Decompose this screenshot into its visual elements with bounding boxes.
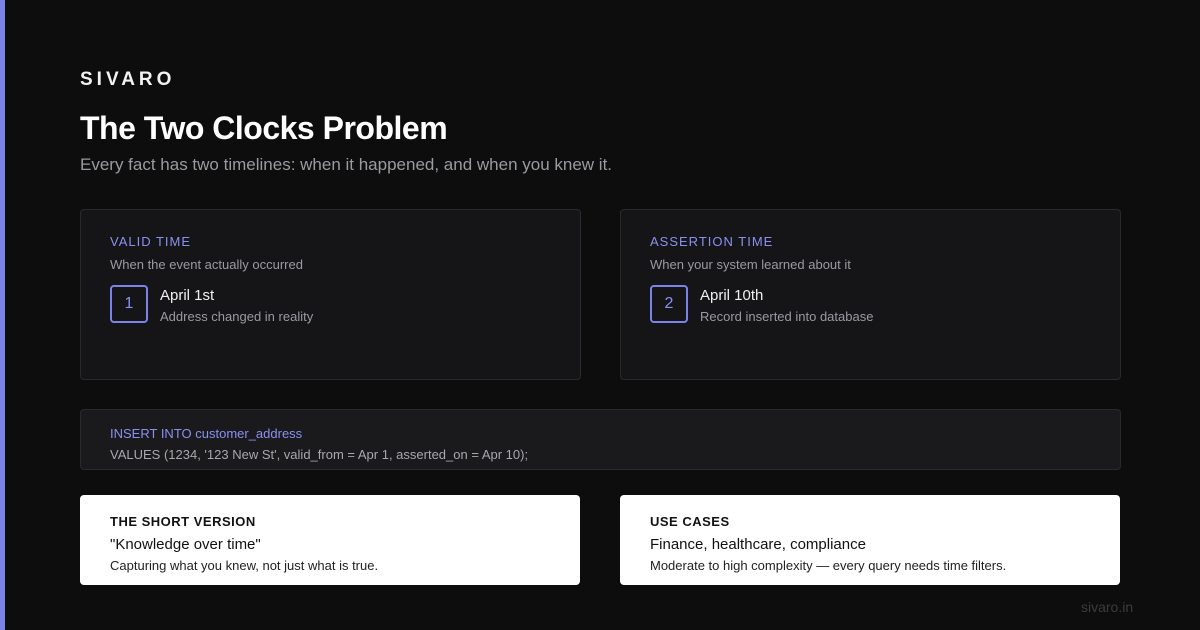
- page-title: The Two Clocks Problem: [80, 110, 448, 146]
- brand-logo: SIVARO: [80, 69, 176, 90]
- code-line: INSERT INTO customer_address: [110, 426, 303, 441]
- code-line: VALUES (1234, '123 New St', valid_from =…: [110, 447, 529, 462]
- accent-bar: [0, 0, 5, 630]
- card-heading: ASSERTION TIME: [650, 234, 774, 249]
- note-label: USE CASES: [650, 514, 730, 529]
- card-heading: VALID TIME: [110, 234, 192, 249]
- card-date: April 10th: [700, 287, 764, 304]
- valid-time-card: VALID TIME When the event actually occur…: [80, 209, 581, 380]
- card-detail: Record inserted into database: [700, 309, 874, 324]
- card-detail: Address changed in reality: [160, 309, 314, 324]
- note-body: Moderate to high complexity — every quer…: [650, 558, 1007, 573]
- note-label: THE SHORT VERSION: [110, 514, 256, 529]
- assertion-time-card: ASSERTION TIME When your system learned …: [620, 209, 1121, 380]
- card-date: April 1st: [160, 287, 215, 304]
- note-headline: "Knowledge over time": [110, 536, 261, 553]
- use-cases-note: USE CASES Finance, healthcare, complianc…: [620, 495, 1120, 585]
- footer-url: sivaro.in: [1081, 599, 1134, 615]
- note-body: Capturing what you knew, not just what i…: [110, 558, 379, 573]
- sql-code-block: INSERT INTO customer_address VALUES (123…: [80, 409, 1121, 470]
- note-headline: Finance, healthcare, compliance: [650, 536, 866, 553]
- card-description: When your system learned about it: [650, 257, 851, 272]
- page-subtitle: Every fact has two timelines: when it ha…: [80, 155, 613, 174]
- card-description: When the event actually occurred: [110, 257, 303, 272]
- step-number-badge: 2: [650, 285, 688, 323]
- short-version-note: THE SHORT VERSION "Knowledge over time" …: [80, 495, 580, 585]
- step-number-badge: 1: [110, 285, 148, 323]
